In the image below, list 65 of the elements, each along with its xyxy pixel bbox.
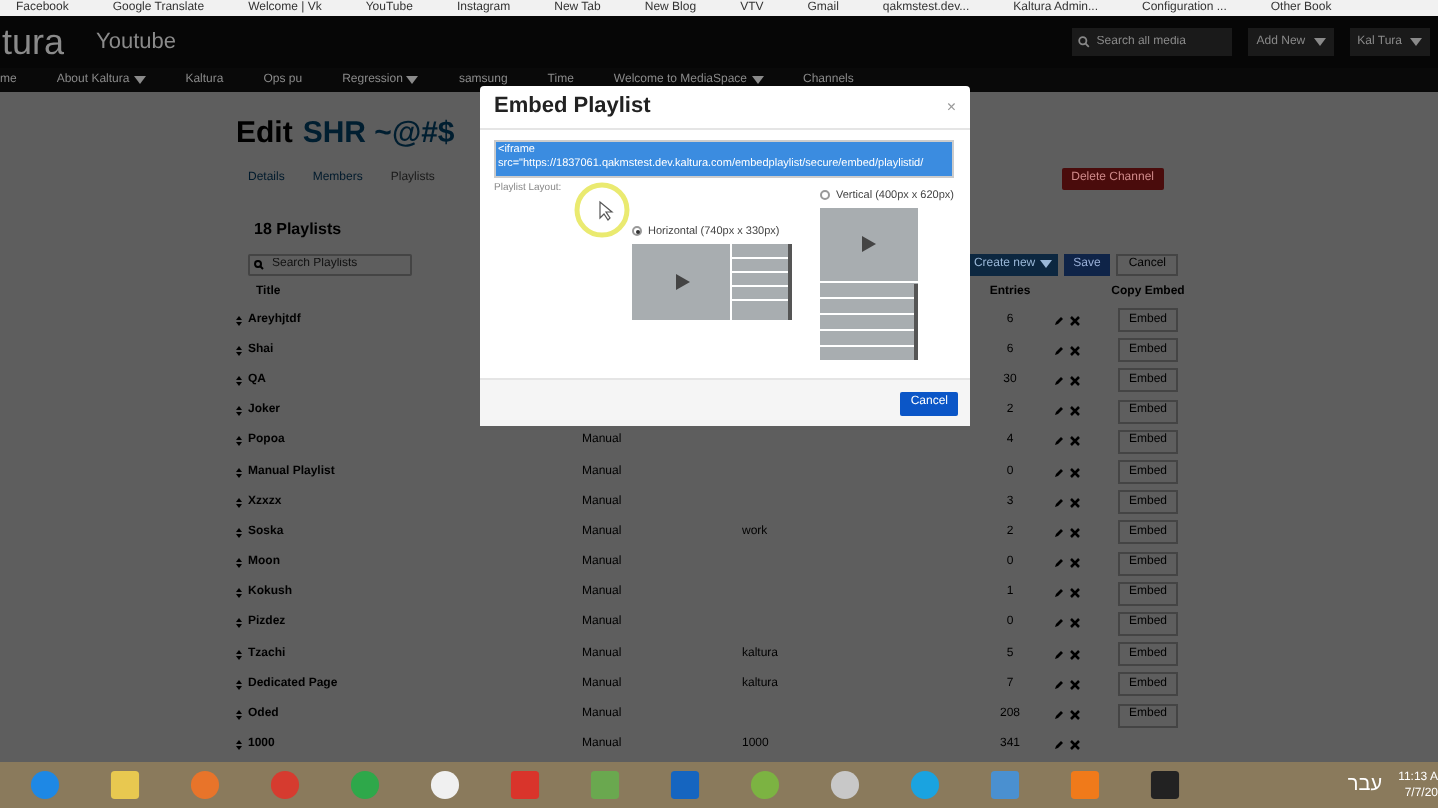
radio-button[interactable]	[632, 226, 642, 237]
app-icon[interactable]	[429, 770, 459, 800]
caret-icon	[1039, 260, 1052, 268]
delete-icon[interactable]	[1070, 679, 1080, 690]
sort-handle-icon[interactable]	[236, 315, 242, 326]
pencil-icon[interactable]	[1054, 740, 1064, 751]
delete-icon[interactable]	[1070, 436, 1080, 447]
site-logo[interactable]: tura	[2, 15, 65, 69]
sort-handle-icon[interactable]	[236, 436, 242, 447]
delete-icon[interactable]	[1070, 710, 1080, 721]
pencil-icon[interactable]	[1054, 497, 1064, 508]
pencil-icon[interactable]	[1054, 558, 1064, 569]
pencil-icon[interactable]	[1054, 436, 1064, 447]
sort-handle-icon[interactable]	[236, 345, 242, 356]
frame-icon[interactable]	[1149, 770, 1179, 800]
sort-handle-icon[interactable]	[236, 558, 242, 569]
delete-icon[interactable]	[1070, 558, 1080, 569]
cursor-highlight-icon	[574, 181, 630, 237]
delete-icon[interactable]	[1070, 588, 1080, 599]
sort-handle-icon[interactable]	[236, 375, 242, 386]
delete-icon[interactable]	[1070, 527, 1080, 538]
delete-icon[interactable]	[1070, 467, 1080, 478]
app-icon[interactable]	[749, 770, 779, 800]
playlist-count: 18 Playlists	[254, 217, 342, 241]
channel-name: SHR ~@#$	[302, 114, 455, 154]
sort-handle-icon[interactable]	[236, 618, 242, 629]
sort-handle-icon[interactable]	[236, 527, 242, 538]
search-icon	[254, 259, 264, 269]
sort-handle-icon[interactable]	[236, 710, 242, 721]
pencil-icon[interactable]	[1054, 618, 1064, 629]
pencil-icon[interactable]	[1054, 375, 1064, 386]
pencil-icon[interactable]	[1054, 467, 1064, 478]
sort-handle-icon[interactable]	[236, 467, 242, 478]
delete-icon[interactable]	[1070, 497, 1080, 508]
delete-icon[interactable]	[1070, 375, 1080, 386]
close-button[interactable]: ×	[946, 95, 956, 119]
delete-icon[interactable]	[1070, 406, 1080, 417]
sort-handle-icon[interactable]	[236, 406, 242, 417]
caret-icon	[1313, 38, 1326, 46]
delete-icon[interactable]	[1070, 315, 1080, 326]
pencil-icon[interactable]	[1054, 527, 1064, 538]
radio-button[interactable]	[820, 190, 830, 201]
folder-icon[interactable]	[109, 770, 139, 800]
delete-icon[interactable]	[1070, 345, 1080, 356]
site-name: Youtube	[96, 27, 177, 58]
delete-icon[interactable]	[1070, 740, 1080, 751]
sort-handle-icon[interactable]	[236, 679, 242, 690]
pencil-icon[interactable]	[1054, 588, 1064, 599]
delete-icon[interactable]	[1070, 649, 1080, 660]
sort-handle-icon[interactable]	[236, 497, 242, 508]
pencil-icon[interactable]	[1054, 345, 1064, 356]
dialog-title: Embed Playlist	[494, 92, 651, 123]
pencil-icon[interactable]	[1054, 649, 1064, 660]
pencil-icon[interactable]	[1054, 406, 1064, 417]
caret-icon	[1410, 38, 1422, 46]
sort-handle-icon[interactable]	[236, 588, 242, 599]
delete-icon[interactable]	[1070, 618, 1080, 629]
pencil-icon[interactable]	[1054, 710, 1064, 721]
sort-handle-icon[interactable]	[236, 740, 242, 751]
sort-handle-icon[interactable]	[236, 649, 242, 660]
pencil-icon[interactable]	[1054, 315, 1064, 326]
language-indicator[interactable]: עבר	[1347, 770, 1383, 800]
page-title: Edit	[236, 114, 293, 154]
pencil-icon[interactable]	[1054, 679, 1064, 690]
app-icon[interactable]	[829, 770, 859, 800]
